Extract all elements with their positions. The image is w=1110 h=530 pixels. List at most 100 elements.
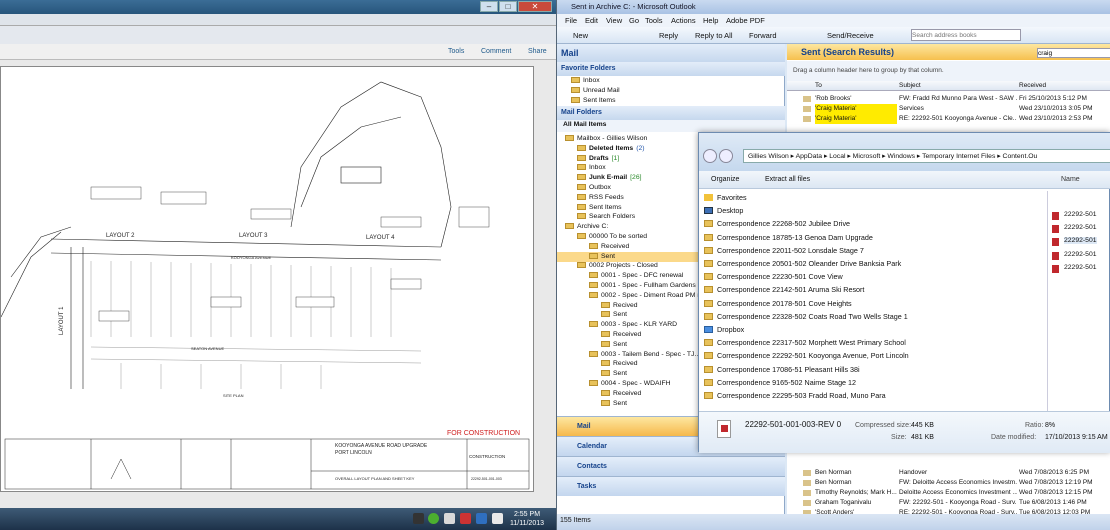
- message-row[interactable]: Ben Norman Handover Wed 7/08/2013 6:25 PM: [787, 468, 1110, 478]
- menu-adobe-pdf[interactable]: Adobe PDF: [726, 16, 765, 25]
- all-mail-items[interactable]: All Mail Items: [557, 120, 785, 132]
- explorer-nav-item[interactable]: Correspondence 18785-13 Genoa Dam Upgrad…: [699, 231, 1047, 244]
- menu-file[interactable]: File: [565, 16, 577, 25]
- breadcrumb-text: Gillies Wilson ▸ AppData ▸ Local ▸ Micro…: [748, 153, 1038, 160]
- name-column-header[interactable]: Name: [1061, 176, 1080, 183]
- explorer-nav-item[interactable]: Correspondence 20178-501 Cove Heights: [699, 297, 1047, 310]
- volume-icon[interactable]: [492, 513, 503, 524]
- message-row[interactable]: 'Craig Materia' RE: 22292-501 Kooyonga Av…: [787, 114, 1110, 124]
- column-received[interactable]: Received: [1019, 82, 1046, 89]
- folder-label: Archive C:: [577, 223, 609, 231]
- update-icon[interactable]: [428, 513, 439, 524]
- folder-icon: [577, 233, 586, 239]
- folder-label: Recived: [613, 360, 638, 368]
- new-button[interactable]: New: [573, 31, 588, 40]
- menu-view[interactable]: View: [606, 16, 622, 25]
- folder-icon: [571, 87, 580, 93]
- minimize-button[interactable]: –: [480, 1, 498, 12]
- favorite-inbox[interactable]: Inbox: [557, 76, 785, 86]
- system-clock[interactable]: 2:55 PM 11/11/2013: [510, 510, 544, 528]
- column-to[interactable]: To: [815, 82, 822, 89]
- message-row[interactable]: Timothy Reynolds; Mark H... Deloitte Acce…: [787, 488, 1110, 498]
- explorer-nav-item[interactable]: Desktop: [699, 204, 1047, 217]
- forward-button[interactable]: Forward: [749, 31, 777, 40]
- message-row[interactable]: 'Rob Brooks' FW: Fradd Rd Munno Para West…: [787, 94, 1110, 104]
- message-row[interactable]: Ben Norman FW: Deloitte Access Economics …: [787, 478, 1110, 488]
- details-pane: 22292-501-001-003-REV 0 Compressed size:…: [699, 411, 1110, 453]
- explorer-nav-item[interactable]: Favorites: [699, 191, 1047, 204]
- explorer-nav-item[interactable]: Correspondence 22292-501 Kooyonga Avenue…: [699, 349, 1047, 362]
- address-book-search[interactable]: [911, 29, 1021, 41]
- reply-all-button[interactable]: Reply to All: [695, 31, 733, 40]
- share-link[interactable]: Share: [528, 48, 547, 55]
- folder-label: Outbox: [589, 184, 611, 191]
- favorite-sent[interactable]: Sent Items: [557, 96, 785, 106]
- menu-edit[interactable]: Edit: [585, 16, 598, 25]
- pdf-icon: [1052, 212, 1059, 220]
- folder-label: 0002 - Spec - Diment Road PM re...: [601, 291, 710, 299]
- folder-label: Received: [613, 331, 642, 338]
- nav-tasks-button[interactable]: Tasks: [557, 476, 785, 496]
- comment-link[interactable]: Comment: [481, 48, 511, 55]
- back-button[interactable]: [703, 149, 717, 163]
- explorer-nav-item[interactable]: Correspondence 22328-502 Coats Road Two …: [699, 310, 1047, 323]
- envelope-icon: [803, 490, 811, 496]
- extract-all-button[interactable]: Extract all files: [765, 176, 810, 183]
- folder-icon: [577, 184, 586, 190]
- organize-button[interactable]: Organize: [711, 176, 739, 183]
- explorer-command-bar: Organize Extract all files Name: [699, 171, 1110, 189]
- send-receive-button[interactable]: Send/Receive: [827, 31, 874, 40]
- zip-file-item[interactable]: 22292-501: [1064, 251, 1097, 258]
- close-button[interactable]: ✕: [518, 1, 552, 12]
- folder-icon: [704, 299, 713, 307]
- zip-file-item[interactable]: 22292-501: [1064, 237, 1097, 245]
- explorer-nav-item[interactable]: Correspondence 22317-502 Morphett West P…: [699, 336, 1047, 349]
- folder-icon: [704, 339, 713, 347]
- explorer-nav-item[interactable]: Correspondence 22268-502 Jubilee Drive: [699, 217, 1047, 230]
- folder-icon: [589, 242, 598, 249]
- folder-label: Sent: [613, 340, 627, 348]
- street2-label: SEATON AVENUE: [191, 346, 224, 351]
- folder-icon: [601, 399, 610, 406]
- message-subject: Deloitte Access Economics Investment ...: [899, 489, 1017, 496]
- network-icon[interactable]: [444, 513, 455, 524]
- message-row[interactable]: Graham Toganivalu FW: 22292-501 - Kooyong…: [787, 498, 1110, 508]
- zip-file-item[interactable]: 22292-501: [1064, 264, 1097, 271]
- zip-contents-list: 22292-501 22292-501 22292-501 22292-501 2229…: [1047, 191, 1110, 411]
- zip-file-item[interactable]: 22292-501: [1064, 211, 1097, 218]
- site-plan-label: SITE PLAN: [223, 393, 244, 398]
- explorer-nav-item[interactable]: Correspondence 9165-502 Naime Stage 12: [699, 376, 1047, 389]
- message-row[interactable]: 'Craig Materia' Services Wed 23/10/2013 3:…: [787, 104, 1110, 114]
- explorer-nav-item[interactable]: Correspondence 20501-502 Oleander Drive …: [699, 257, 1047, 270]
- folder-label: Received: [601, 242, 630, 250]
- layout3-label: LAYOUT 3: [239, 233, 268, 239]
- reply-button[interactable]: Reply: [659, 31, 678, 40]
- explorer-nav-item[interactable]: Correspondence 22011-502 Lonsdale Stage …: [699, 244, 1047, 257]
- nav-contacts-button[interactable]: Contacts: [557, 456, 785, 476]
- explorer-nav-item[interactable]: Correspondence 17086-51 Pleasant Hills 3…: [699, 363, 1047, 376]
- message-subject: FW: Deloitte Access Economics Investm...: [899, 479, 1017, 486]
- explorer-nav-item[interactable]: Correspondence 22142-501 Aruma Ski Resor…: [699, 283, 1047, 296]
- zip-file-item[interactable]: 22292-501: [1064, 224, 1097, 231]
- favorite-folders-header[interactable]: Favorite Folders: [557, 62, 785, 76]
- menu-go[interactable]: Go: [629, 16, 639, 25]
- dropbox-icon[interactable]: [476, 513, 487, 524]
- forward-nav-button[interactable]: [719, 149, 733, 163]
- menu-actions[interactable]: Actions: [671, 16, 696, 25]
- tools-link[interactable]: Tools: [448, 48, 464, 55]
- security-icon[interactable]: [460, 513, 471, 524]
- explorer-nav-item[interactable]: Correspondence 22295-503 Fradd Road, Mun…: [699, 389, 1047, 402]
- flag-icon[interactable]: [413, 513, 424, 524]
- menu-tools[interactable]: Tools: [645, 16, 663, 25]
- explorer-nav-item[interactable]: Dropbox: [699, 323, 1047, 336]
- message-subject: Handover: [899, 469, 928, 476]
- favorite-unread[interactable]: Unread Mail: [557, 86, 785, 96]
- instant-search-input[interactable]: [1037, 48, 1110, 58]
- column-subject[interactable]: Subject: [899, 82, 921, 89]
- explorer-nav-item[interactable]: Correspondence 22230-501 Cove View: [699, 270, 1047, 283]
- menu-help[interactable]: Help: [703, 16, 718, 25]
- breadcrumb[interactable]: Gillies Wilson ▸ AppData ▸ Local ▸ Micro…: [743, 149, 1110, 163]
- mail-folders-header[interactable]: Mail Folders: [557, 106, 785, 120]
- message-to: 'Craig Materia': [815, 114, 897, 124]
- maximize-button[interactable]: □: [499, 1, 517, 12]
